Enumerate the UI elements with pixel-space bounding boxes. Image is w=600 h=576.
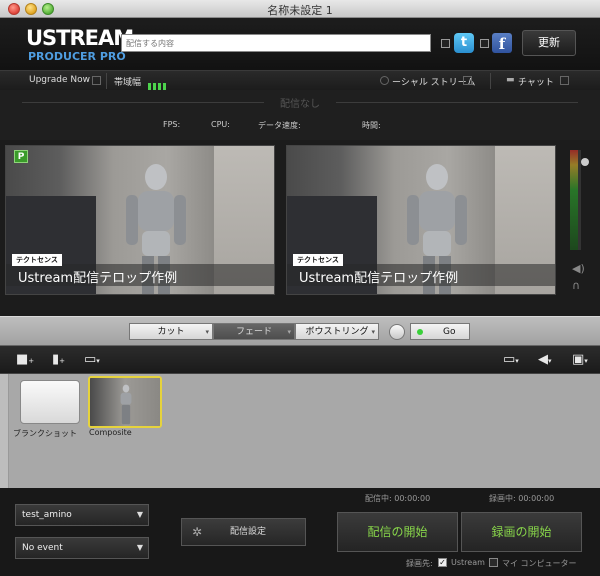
- go-indicator-icon: [417, 329, 423, 335]
- my-computer-record-checkbox[interactable]: [489, 558, 498, 567]
- producer-pro-logo: PRODUCER PRO: [28, 50, 126, 63]
- lower-third: テクトセンス Ustream配信テロップ作例: [6, 254, 274, 288]
- ustream-record-checkbox[interactable]: ✓: [438, 558, 447, 567]
- dropdown-arrow-icon: ▾: [205, 328, 209, 336]
- composite-thumbnail[interactable]: [88, 376, 162, 428]
- broadcast-timer: 配信中: 00:00:00: [365, 494, 431, 503]
- audio-level-meter: [570, 150, 578, 250]
- broadcast-title-input[interactable]: [121, 34, 431, 52]
- account-select[interactable]: test_amino ▼: [15, 504, 149, 526]
- fade-button[interactable]: フェード ▾: [213, 323, 295, 340]
- chat-tab[interactable]: チャット: [518, 75, 554, 88]
- cut-label: カット: [157, 327, 185, 337]
- media-item-label: ブランクショット: [13, 429, 77, 438]
- header: USTREAM PRODUCER PRO t f 更新: [0, 18, 600, 70]
- lower-third-text: Ustream配信テロップ作例: [299, 271, 459, 286]
- dropdown-arrow-icon: ▾: [371, 328, 375, 336]
- window-title: 名称未設定 1: [267, 4, 333, 17]
- bandwidth-label: 帯域幅: [114, 78, 142, 88]
- transition-speed-dial[interactable]: [389, 324, 405, 340]
- go-label: Go: [443, 327, 456, 337]
- gear-icon: ✲: [192, 525, 203, 539]
- speaker-icon[interactable]: ◀): [572, 262, 585, 275]
- add-screen-icon[interactable]: ▭▾: [84, 352, 100, 367]
- twitter-icon[interactable]: t: [454, 33, 474, 53]
- program-badge: P: [14, 150, 28, 163]
- cpu-label: CPU:: [211, 120, 230, 129]
- media-toolbar: ■+ ▮+ ▭▾ ▭▾ ◀▾ ▣▾: [0, 346, 600, 374]
- app-window: 名称未設定 1 USTREAM PRODUCER PRO t f 更新 Upgr…: [0, 0, 600, 576]
- twitter-checkbox[interactable]: [441, 39, 450, 48]
- go-button[interactable]: Go: [410, 323, 470, 340]
- data-rate-label: データ速度:: [258, 121, 301, 130]
- robot-figure: [120, 384, 132, 425]
- layout-menu-icon[interactable]: ▭▾: [503, 352, 519, 367]
- broadcast-settings-label: 配信設定: [230, 527, 267, 537]
- lower-third: テクトセンス Ustream配信テロップ作例: [287, 254, 555, 288]
- add-file-icon[interactable]: ▮+: [52, 352, 65, 367]
- blank-shot-thumbnail[interactable]: [20, 380, 80, 424]
- my-computer-option-label: マイ コンピューター: [502, 559, 577, 568]
- divider: [106, 73, 107, 89]
- record-timer: 録画中: 00:00:00: [489, 494, 555, 503]
- headphones-icon[interactable]: ∩: [572, 279, 580, 292]
- popout-icon[interactable]: [463, 76, 472, 85]
- lower-third-label: テクトセンス: [12, 254, 62, 266]
- live-monitor[interactable]: テクトセンス Ustream配信テロップ作例: [286, 145, 556, 295]
- divider: [490, 73, 491, 89]
- add-camera-icon[interactable]: ■+: [16, 352, 34, 367]
- lower-third-label: テクトセンス: [293, 254, 343, 266]
- start-broadcast-button[interactable]: 配信の開始: [337, 512, 458, 552]
- event-select[interactable]: No event ▼: [15, 537, 149, 559]
- cut-button[interactable]: カット ▾: [129, 323, 213, 340]
- preview-area: P テクトセンス Ustream配信テロップ作例 テクトセンス Ustream配…: [0, 140, 600, 316]
- social-stream-icon: [380, 76, 389, 85]
- dropdown-arrow-icon: ▼: [136, 510, 143, 519]
- status-row: Upgrade Now 帯域幅 ーシャル ストリーム ▬ チャット: [0, 70, 600, 91]
- grid-scrollbar[interactable]: [0, 374, 9, 488]
- upgrade-now-link[interactable]: Upgrade Now: [29, 75, 90, 85]
- broadcast-info: 配信なし FPS: CPU: データ速度: 時間:: [0, 90, 600, 140]
- media-grid: ブランクショット Composite: [0, 374, 600, 488]
- volume-slider-knob[interactable]: [581, 158, 589, 166]
- popout-icon[interactable]: [560, 76, 569, 85]
- dropdown-arrow-icon: ▼: [136, 543, 143, 552]
- fps-label: FPS:: [163, 120, 181, 129]
- ustream-option-label: Ustream: [451, 558, 485, 567]
- preview-monitor[interactable]: P テクトセンス Ustream配信テロップ作例: [5, 145, 275, 295]
- account-value: test_amino: [22, 510, 72, 520]
- event-value: No event: [22, 543, 63, 553]
- ustream-logo: USTREAM: [26, 26, 134, 50]
- lower-third-text: Ustream配信テロップ作例: [18, 271, 178, 286]
- facebook-icon[interactable]: f: [492, 33, 512, 53]
- popout-icon[interactable]: [92, 76, 101, 85]
- chat-bubble-icon: ▬: [506, 75, 515, 85]
- facebook-checkbox[interactable]: [480, 39, 489, 48]
- wipe-button[interactable]: ボウストリング ▾: [295, 323, 379, 340]
- time-label: 時間:: [362, 121, 381, 130]
- volume-slider-track[interactable]: [578, 150, 581, 250]
- divider: [336, 102, 578, 103]
- fade-label: フェード: [235, 327, 272, 337]
- record-target-label: 録画先:: [406, 559, 433, 568]
- audio-menu-icon[interactable]: ◀▾: [538, 352, 552, 367]
- wipe-label: ボウストリング: [305, 327, 369, 337]
- transition-bar: カット ▾ フェード ▾ ボウストリング ▾ Go: [0, 316, 600, 346]
- title-bar: 名称未設定 1: [0, 0, 600, 18]
- broadcast-settings-button[interactable]: ✲ 配信設定: [181, 518, 306, 546]
- view-menu-icon[interactable]: ▣▾: [572, 352, 588, 367]
- update-button[interactable]: 更新: [522, 30, 576, 56]
- dropdown-arrow-icon: ▾: [287, 328, 291, 336]
- start-recording-button[interactable]: 録画の開始: [461, 512, 582, 552]
- media-item-label: Composite: [89, 428, 132, 437]
